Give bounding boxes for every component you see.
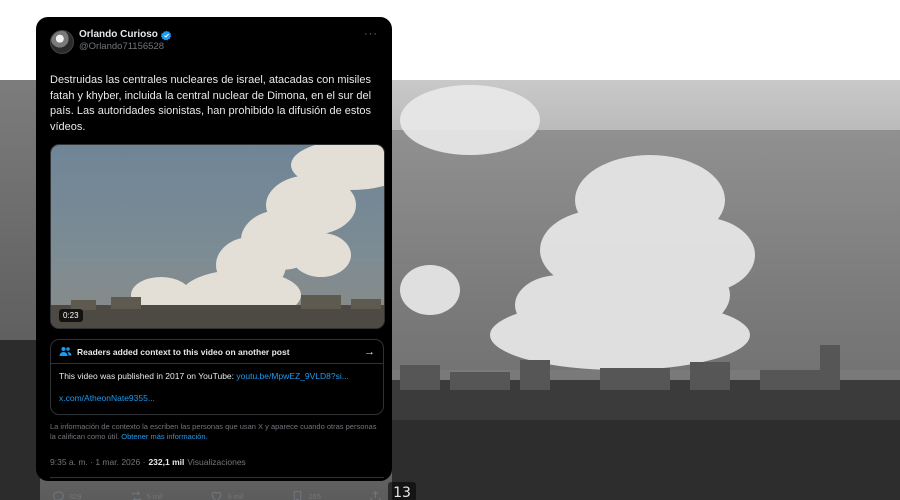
author-names: Orlando Curioso @Orlando71156528 bbox=[79, 29, 172, 53]
repost-count: 5 mil bbox=[146, 491, 163, 500]
post-timestamp[interactable]: 9:35 a. m. · 1 mar. 2026 · bbox=[50, 457, 145, 467]
verified-badge-icon bbox=[160, 30, 172, 40]
more-options-icon[interactable]: ··· bbox=[364, 29, 378, 40]
like-count: 9 mil bbox=[227, 491, 244, 500]
like-button[interactable]: 9 mil bbox=[210, 490, 243, 500]
bookmark-count: 265 bbox=[308, 491, 321, 500]
avatar[interactable] bbox=[50, 30, 74, 54]
tweet-meta: 9:35 a. m. · 1 mar. 2026 · 232,1 mil Vis… bbox=[50, 457, 378, 467]
handle[interactable]: @Orlando71156528 bbox=[79, 41, 172, 53]
disclaimer-text: La información de contexto la escriben l… bbox=[50, 422, 377, 441]
learn-more-link[interactable]: Obtener más información. bbox=[121, 432, 207, 441]
community-note-title: Readers added context to this video on a… bbox=[77, 346, 290, 357]
reply-button[interactable]: 329 bbox=[52, 490, 82, 500]
background-video-timestamp: 13 bbox=[388, 482, 416, 500]
heart-icon bbox=[212, 491, 222, 500]
bookmark-icon bbox=[294, 490, 302, 500]
video-thumbnail-scene bbox=[51, 145, 384, 328]
share-icon bbox=[370, 490, 381, 500]
people-icon bbox=[59, 347, 72, 356]
views-count: 232,1 mil bbox=[148, 457, 185, 467]
reply-count: 329 bbox=[69, 491, 82, 500]
action-bar: 329 5 mil 9 mil 265 bbox=[50, 478, 384, 500]
display-name[interactable]: Orlando Curioso bbox=[79, 29, 158, 41]
community-note-text: This video was published in 2017 on YouT… bbox=[59, 371, 237, 381]
arrow-right-icon[interactable]: → bbox=[364, 346, 375, 358]
repost-button[interactable]: 5 mil bbox=[130, 490, 163, 500]
community-note[interactable]: Readers added context to this video on a… bbox=[50, 339, 384, 415]
share-button[interactable] bbox=[369, 490, 382, 500]
display-name-row: Orlando Curioso bbox=[79, 29, 172, 41]
tweet-text: Destruidas las centrales nucleares de is… bbox=[50, 74, 372, 133]
tweet-card[interactable]: Orlando Curioso @Orlando71156528 ··· Des… bbox=[36, 17, 392, 500]
video-duration: 0:23 bbox=[59, 309, 83, 322]
community-note-body: This video was published in 2017 on YouT… bbox=[51, 364, 383, 404]
bookmark-button[interactable]: 265 bbox=[291, 490, 321, 500]
community-note-disclaimer: La información de contexto la escriben l… bbox=[50, 422, 384, 442]
views-label: Visualizaciones bbox=[187, 457, 246, 467]
youtube-link[interactable]: youtu.be/MpwEZ_9VLD8?si... bbox=[236, 371, 348, 381]
x-post-link[interactable]: x.com/AtheonNate9355... bbox=[59, 393, 375, 404]
repost-icon bbox=[131, 490, 141, 500]
tweet-header: Orlando Curioso @Orlando71156528 ··· bbox=[50, 29, 378, 71]
community-note-header[interactable]: Readers added context to this video on a… bbox=[51, 340, 383, 364]
video-player[interactable]: 0:23 bbox=[50, 144, 385, 329]
reply-icon bbox=[53, 490, 64, 500]
